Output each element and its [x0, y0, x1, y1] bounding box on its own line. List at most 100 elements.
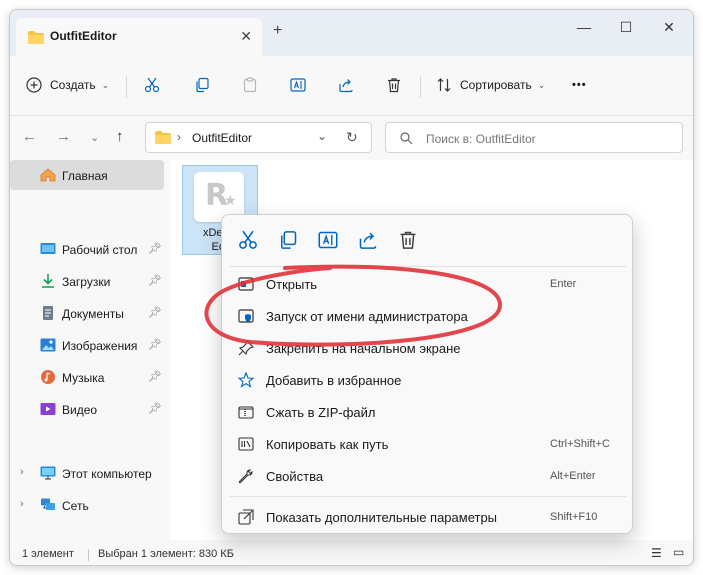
paste-button[interactable]	[242, 72, 258, 98]
search-input[interactable]: Поиск в: OutfitEditor	[426, 132, 536, 146]
pin-icon: 📌︎	[148, 275, 162, 287]
copy-icon	[196, 77, 209, 93]
menu-item-pin-start[interactable]: Закрепить на начальном экране	[230, 332, 626, 364]
pin-icon: 📌︎	[148, 307, 162, 319]
pin-icon: 📌︎	[148, 339, 162, 351]
sidebar-item-network[interactable]: › Сеть	[10, 490, 170, 520]
menu-item-label: Сжать в ZIP-файл	[266, 405, 376, 420]
video-icon	[40, 403, 56, 415]
search-box[interactable]: Поиск в: OutfitEditor	[385, 122, 683, 153]
menu-item-run-as-admin[interactable]: Запуск от имени администратора	[230, 300, 626, 332]
menu-item-label: Показать дополнительные параметры	[266, 510, 498, 525]
up-button[interactable]: ↑	[116, 128, 124, 145]
chevron-down-icon[interactable]: ⌄	[317, 129, 327, 143]
sidebar-item-video[interactable]: Видео 📌︎	[10, 394, 170, 424]
divider	[230, 496, 626, 497]
star-icon	[238, 372, 254, 388]
divider	[88, 549, 89, 561]
more-options-button[interactable]: •••	[572, 72, 587, 98]
computer-icon	[40, 466, 56, 480]
menu-item-properties[interactable]: Свойства Alt+Enter	[230, 460, 626, 492]
tiles-view-icon[interactable]: ▭	[673, 545, 684, 559]
menu-item-open[interactable]: Открыть Enter	[230, 268, 626, 300]
menu-item-copy-path[interactable]: Копировать как путь Ctrl+Shift+C	[230, 428, 626, 460]
sidebar-item-downloads[interactable]: Загрузки 📌︎	[10, 266, 170, 296]
pictures-icon	[40, 338, 56, 352]
divider	[126, 76, 127, 98]
shortcut-label: Shift+F10	[550, 511, 598, 523]
minimize-button[interactable]: —	[573, 16, 595, 38]
maximize-button[interactable]: ☐	[615, 16, 637, 38]
music-icon	[41, 370, 55, 384]
sidebar-item-music[interactable]: Музыка 📌︎	[10, 362, 170, 392]
pin-icon: 📌︎	[148, 371, 162, 383]
sidebar-item-home[interactable]: Главная	[10, 160, 164, 190]
details-view-icon[interactable]: ☰	[651, 546, 662, 560]
close-tab-icon[interactable]: ✕	[240, 28, 252, 45]
menu-item-add-favorites[interactable]: Добавить в избранное	[230, 364, 626, 396]
rename-icon[interactable]	[318, 230, 338, 250]
sidebar-item-documents[interactable]: Документы 📌︎	[10, 298, 170, 328]
admin-shield-icon	[238, 309, 254, 323]
item-count: 1 элемент	[22, 548, 74, 560]
menu-item-compress-zip[interactable]: Сжать в ZIP-файл	[230, 396, 626, 428]
chevron-down-icon: ⌄	[101, 79, 110, 90]
chevron-right-icon[interactable]: ›	[20, 466, 24, 478]
trash-icon[interactable]	[398, 230, 418, 250]
chevron-right-icon[interactable]: ›	[20, 498, 24, 510]
sort-icon	[437, 78, 451, 92]
back-button[interactable]: ←	[22, 128, 37, 145]
new-tab-button[interactable]: +	[273, 22, 282, 40]
wrench-icon	[238, 469, 253, 484]
menu-item-label: Закрепить на начальном экране	[266, 341, 461, 356]
downloads-icon	[42, 274, 54, 288]
copy-path-icon	[238, 437, 254, 451]
network-icon	[41, 498, 55, 510]
copy-button[interactable]	[194, 72, 210, 98]
sidebar-item-pictures[interactable]: Изображения 📌︎	[10, 330, 170, 360]
share-button[interactable]	[338, 72, 354, 98]
tab-outfiteditor[interactable]: OutfitEditor ✕	[16, 18, 262, 56]
menu-item-label: Свойства	[266, 469, 324, 484]
context-quick-actions	[222, 215, 632, 265]
shortcut-label: Alt+Enter	[550, 470, 596, 482]
sidebar-item-label: Рабочий стол	[62, 243, 138, 257]
address-bar[interactable]: › OutfitEditor ⌄ ↻	[145, 122, 372, 153]
sort-button[interactable]: Сортировать ⌄	[436, 72, 545, 98]
sidebar-item-desktop[interactable]: Рабочий стол 📌︎	[10, 234, 170, 264]
delete-button[interactable]	[386, 72, 402, 98]
menu-item-label: Копировать как путь	[266, 437, 389, 452]
cut-button[interactable]	[144, 72, 160, 98]
scissors-icon[interactable]	[238, 230, 258, 250]
shortcut-label: Ctrl+Shift+C	[550, 438, 610, 450]
sidebar-item-label: Загрузки	[62, 275, 111, 289]
selection-info: Выбран 1 элемент: 830 КБ	[98, 548, 234, 560]
create-button[interactable]: Создать ⌄	[26, 72, 109, 98]
forward-button[interactable]: →	[56, 128, 71, 145]
status-bar: 1 элемент Выбран 1 элемент: 830 КБ ☰ ▭	[10, 540, 693, 565]
documents-icon	[43, 306, 53, 320]
sort-label: Сортировать	[460, 78, 532, 92]
home-icon	[40, 168, 56, 182]
recent-locations-button[interactable]: ⌄	[90, 131, 99, 144]
breadcrumb-item[interactable]: OutfitEditor	[192, 131, 252, 145]
refresh-icon[interactable]: ↻	[346, 129, 358, 146]
rename-button[interactable]	[290, 72, 306, 98]
breadcrumb-separator-icon: ›	[177, 130, 181, 144]
create-label: Создать	[50, 78, 96, 92]
paste-icon	[243, 77, 257, 93]
sidebar-item-label: Изображения	[62, 339, 138, 353]
close-window-button[interactable]: ✕	[658, 16, 680, 38]
rename-icon	[290, 78, 306, 92]
menu-item-more-options[interactable]: Показать дополнительные параметры Shift+…	[230, 501, 626, 533]
menu-item-label: Открыть	[266, 277, 318, 292]
chevron-down-icon: ⌄	[537, 79, 546, 90]
sidebar-item-label: Документы	[62, 307, 124, 321]
copy-icon[interactable]	[278, 230, 298, 250]
trash-icon	[388, 78, 400, 93]
sidebar-item-label: Музыка	[62, 371, 105, 385]
share-icon[interactable]	[358, 230, 378, 250]
sidebar-item-label: Сеть	[62, 499, 89, 513]
sidebar-item-this-pc[interactable]: › Этот компьютер	[10, 458, 170, 488]
more-icon: •••	[572, 79, 587, 91]
